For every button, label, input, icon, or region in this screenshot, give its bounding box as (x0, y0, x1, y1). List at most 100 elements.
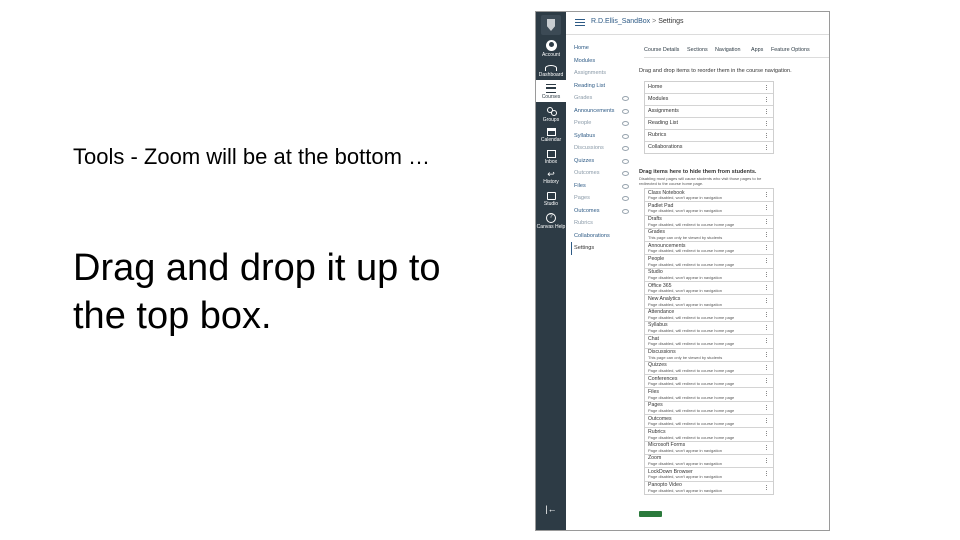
disabled-item-row[interactable]: Outcomes Page disabled, will redirect to … (645, 415, 773, 429)
global-nav-courses[interactable]: Courses (536, 80, 566, 102)
course-nav-home[interactable]: Home (574, 42, 640, 55)
drag-handle-icon[interactable] (766, 271, 769, 277)
hidden-eye-icon (622, 158, 629, 164)
drag-handle-icon[interactable] (766, 431, 769, 437)
university-logo-icon[interactable] (541, 15, 561, 35)
drag-handle-icon[interactable] (766, 457, 769, 463)
global-nav-help[interactable]: ? Canvas Help (536, 213, 566, 230)
disabled-item-row[interactable]: Syllabus Page disabled, will redirect to … (645, 322, 773, 336)
disabled-item-row[interactable]: Panopto Video Page disabled, won't appear… (645, 482, 773, 494)
global-nav-studio[interactable]: Studio (536, 192, 566, 207)
disabled-item-row[interactable]: Pages Page disabled, will redirect to cou… (645, 402, 773, 416)
enabled-item-row[interactable]: Modules (645, 94, 773, 106)
course-nav-discussions[interactable]: Discussions (574, 142, 640, 155)
enabled-item-row[interactable]: Collaborations (645, 142, 773, 153)
course-nav-assignments[interactable]: Assignments (574, 67, 640, 80)
item-status: Page disabled, will redirect to course h… (648, 221, 735, 227)
global-nav-dashboard[interactable]: Dashboard (536, 62, 566, 78)
course-nav-grades[interactable]: Grades (574, 92, 640, 105)
global-nav-groups[interactable]: Groups (536, 107, 566, 123)
drag-handle-icon[interactable] (766, 145, 769, 150)
course-nav-settings[interactable]: Settings (571, 242, 640, 255)
disabled-item-row[interactable]: Files Page disabled, will redirect to cou… (645, 388, 773, 402)
tab-course-details[interactable]: Course Details (644, 45, 679, 55)
drag-handle-icon[interactable] (766, 121, 769, 126)
enabled-item-row[interactable]: Home (645, 82, 773, 94)
tab-apps[interactable]: Apps (751, 45, 763, 55)
drag-handle-icon[interactable] (766, 231, 769, 237)
breadcrumb-course-link[interactable]: R.D.Ellis_SandBox (591, 18, 650, 25)
enabled-item-row[interactable]: Reading List (645, 118, 773, 130)
global-nav-inbox[interactable]: Inbox (536, 150, 566, 165)
course-nav-modules[interactable]: Modules (574, 55, 640, 68)
course-nav-pages[interactable]: Pages (574, 192, 640, 205)
disabled-item-row[interactable]: Grades This page can only be viewed by st… (645, 229, 773, 243)
hamburger-menu-icon[interactable] (575, 19, 585, 26)
drag-handle-icon[interactable] (766, 364, 769, 370)
collapse-nav-icon[interactable]: |← (544, 504, 558, 514)
drag-handle-icon[interactable] (766, 444, 769, 450)
drag-handle-icon[interactable] (766, 258, 769, 264)
global-nav-calendar[interactable]: Calendar (536, 128, 566, 143)
drag-handle-icon[interactable] (766, 338, 769, 344)
drag-handle-icon[interactable] (766, 109, 769, 114)
disabled-item-row[interactable]: Office 365 Page disabled, won't appear in… (645, 282, 773, 296)
course-nav-outcomes[interactable]: Outcomes (574, 205, 640, 218)
disabled-item-row[interactable]: LockDown Browser Page disabled, won't app… (645, 468, 773, 482)
item-status: Page disabled, won't appear in navigatio… (648, 447, 722, 453)
drag-handle-icon[interactable] (766, 378, 769, 384)
enabled-item-row[interactable]: Rubrics (645, 130, 773, 142)
drag-handle-icon[interactable] (766, 324, 769, 330)
drag-handle-icon[interactable] (766, 85, 769, 90)
course-nav-announcements[interactable]: Announcements (574, 105, 640, 118)
course-nav-rubrics[interactable]: Rubrics (574, 217, 640, 230)
drag-handle-icon[interactable] (766, 351, 769, 357)
disabled-item-row[interactable]: Drafts Page disabled, will redirect to co… (645, 216, 773, 229)
drag-handle-icon[interactable] (766, 404, 769, 410)
disabled-item-row[interactable]: Quizzes Page disabled, will redirect to c… (645, 362, 773, 376)
disabled-item-row[interactable]: Padlet Pad Page disabled, won't appear in… (645, 202, 773, 216)
course-nav-reading-list[interactable]: Reading List (574, 80, 640, 93)
disabled-item-row[interactable]: Rubrics Page disabled, will redirect to c… (645, 428, 773, 442)
disabled-item-row[interactable]: People Page disabled, will redirect to co… (645, 255, 773, 269)
drag-handle-icon[interactable] (766, 484, 769, 490)
drag-handle-icon[interactable] (766, 133, 769, 138)
drag-handle-icon[interactable] (766, 205, 769, 211)
drag-handle-icon[interactable] (766, 192, 769, 197)
disabled-item-row[interactable]: Microsoft Forms Page disabled, won't appe… (645, 442, 773, 455)
global-nav-history[interactable]: ↩ History (536, 170, 566, 186)
drag-handle-icon[interactable] (766, 285, 769, 291)
course-nav-outcomes-hidden[interactable]: Outcomes (574, 167, 640, 180)
drag-handle-icon[interactable] (766, 391, 769, 397)
enabled-item-row[interactable]: Assignments (645, 106, 773, 118)
disabled-item-row[interactable]: Attendance Page disabled, will redirect t… (645, 309, 773, 322)
drag-handle-icon[interactable] (766, 471, 769, 477)
drag-handle-icon[interactable] (766, 311, 769, 317)
disabled-item-row[interactable]: Studio Page disabled, won't appear in nav… (645, 269, 773, 283)
disabled-item-row[interactable]: Announcements Page disabled, will redirec… (645, 242, 773, 256)
course-nav-label: Rubrics (574, 220, 593, 226)
course-nav-files[interactable]: Files (574, 180, 640, 193)
course-nav-quizzes[interactable]: Quizzes (574, 155, 640, 168)
drag-handle-icon[interactable] (766, 245, 769, 251)
tab-feature-options[interactable]: Feature Options (771, 45, 810, 55)
disabled-item-row[interactable]: Conferences Page disabled, will redirect … (645, 375, 773, 389)
account-avatar-icon (545, 40, 557, 51)
disabled-item-row-zoom[interactable]: Zoom Page disabled, won't appear in navig… (645, 455, 773, 469)
drag-handle-icon[interactable] (766, 218, 769, 224)
course-nav-syllabus[interactable]: Syllabus (574, 130, 640, 143)
disabled-item-row[interactable]: Class Notebook Page disabled, won't appea… (645, 189, 773, 203)
item-name: Home (648, 83, 663, 90)
drag-handle-icon[interactable] (766, 418, 769, 424)
tab-sections[interactable]: Sections (687, 45, 708, 55)
tab-navigation[interactable]: Navigation (715, 45, 740, 55)
save-button[interactable]: Save (639, 511, 662, 517)
course-nav-people[interactable]: People (574, 117, 640, 130)
disabled-item-row[interactable]: Chat Page disabled, will redirect to cour… (645, 335, 773, 349)
disabled-item-row[interactable]: Discussions This page can only be viewed … (645, 349, 773, 362)
disabled-item-row[interactable]: New Analytics Page disabled, won't appear… (645, 295, 773, 309)
drag-handle-icon[interactable] (766, 97, 769, 102)
drag-handle-icon[interactable] (766, 298, 769, 304)
global-nav-account[interactable]: Account (536, 40, 566, 58)
course-nav-collaborations[interactable]: Collaborations (574, 230, 640, 243)
